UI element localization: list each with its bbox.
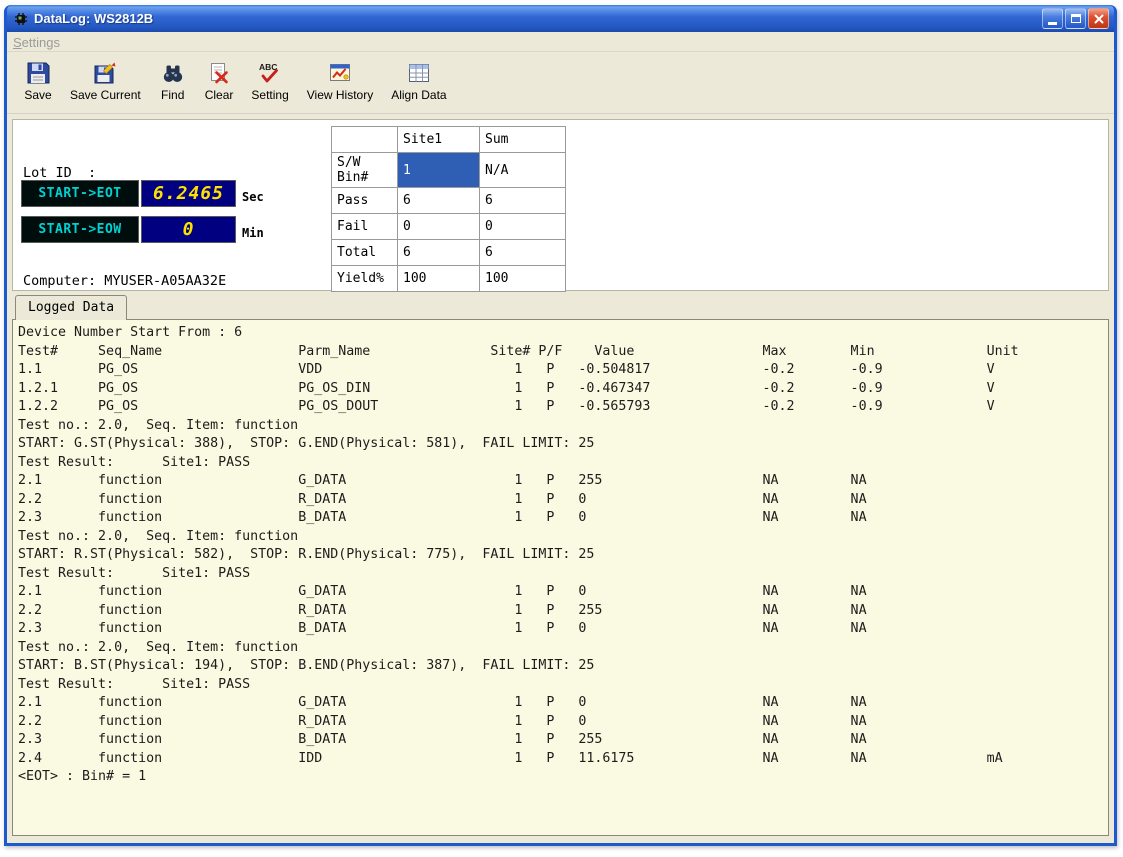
minimize-button[interactable]: [1042, 8, 1063, 29]
row-header-yield[interactable]: Yield%: [332, 266, 398, 292]
eow-value: 0: [141, 216, 236, 243]
toolbar: Save Save Current: [7, 52, 1114, 114]
table-row: S/W Bin# 1 N/A: [332, 153, 566, 188]
app-window: DataLog: WS2812B Settings: [4, 5, 1117, 846]
clear-button[interactable]: Clear: [196, 57, 243, 104]
find-button[interactable]: Find: [150, 57, 196, 104]
toolbar-label: Setting: [251, 88, 288, 102]
tab-logged-data[interactable]: Logged Data: [15, 295, 127, 320]
table-row: Total 6 6: [332, 240, 566, 266]
window-title: DataLog: WS2812B: [34, 11, 1042, 26]
cell-sw-bin-sum[interactable]: N/A: [480, 153, 566, 188]
log-output[interactable]: Device Number Start From : 6 Test# Seq_N…: [13, 320, 1108, 787]
computer-label: Computer: MYUSER-A05AA32E: [23, 272, 226, 290]
cell-yield-site1[interactable]: 100: [398, 266, 480, 292]
eot-timer: START->EOT 6.2465 Sec: [21, 180, 264, 207]
toolbar-label: Find: [161, 88, 184, 102]
toolbar-label: Clear: [205, 88, 234, 102]
cell-pass-sum[interactable]: 6: [480, 188, 566, 214]
save-icon: [26, 61, 50, 85]
cell-total-site1[interactable]: 6: [398, 240, 480, 266]
window-controls: [1042, 8, 1109, 29]
save-button[interactable]: Save: [15, 57, 61, 104]
close-button[interactable]: [1088, 8, 1109, 29]
eow-timer: START->EOW 0 Min: [21, 216, 264, 243]
toolbar-label: Align Data: [391, 88, 446, 102]
table-row: Pass 6 6: [332, 188, 566, 214]
title-bar[interactable]: DataLog: WS2812B: [7, 5, 1114, 32]
row-header-pass[interactable]: Pass: [332, 188, 398, 214]
toolbar-label: Save: [24, 88, 51, 102]
cell-yield-sum[interactable]: 100: [480, 266, 566, 292]
setting-button[interactable]: ABC Setting: [242, 57, 297, 104]
col-header-site1[interactable]: Site1: [398, 127, 480, 153]
table-row: Fail 0 0: [332, 214, 566, 240]
client-area: Settings Save: [7, 32, 1114, 843]
log-panel: Device Number Start From : 6 Test# Seq_N…: [12, 319, 1109, 836]
summary-corner-cell[interactable]: [332, 127, 398, 153]
eot-value: 6.2465: [141, 180, 236, 207]
row-header-sw-bin[interactable]: S/W Bin#: [332, 153, 398, 188]
summary-table: Site1 Sum S/W Bin# 1 N/A Pass 6 6 Fail 0…: [331, 126, 566, 292]
maximize-icon: [1071, 14, 1081, 23]
col-header-sum[interactable]: Sum: [480, 127, 566, 153]
view-history-icon: [328, 61, 352, 85]
toolbar-label: View History: [307, 88, 373, 102]
eow-unit: Min: [242, 226, 264, 243]
save-current-button[interactable]: Save Current: [61, 57, 150, 104]
eot-label: START->EOT: [21, 180, 139, 207]
setting-icon: ABC: [258, 61, 282, 85]
cell-total-sum[interactable]: 6: [480, 240, 566, 266]
row-header-fail[interactable]: Fail: [332, 214, 398, 240]
save-current-icon: [93, 61, 117, 85]
eow-label: START->EOW: [21, 216, 139, 243]
clear-icon: [207, 61, 231, 85]
table-row: Yield% 100 100: [332, 266, 566, 292]
minimize-icon: [1048, 22, 1057, 25]
find-icon: [161, 61, 185, 85]
close-icon: [1094, 14, 1104, 24]
maximize-button[interactable]: [1065, 8, 1086, 29]
row-header-total[interactable]: Total: [332, 240, 398, 266]
menu-item-settings[interactable]: Settings: [13, 35, 60, 50]
align-data-icon: [407, 61, 431, 85]
table-row: Site1 Sum: [332, 127, 566, 153]
status-panel: Lot ID : Operator: Computer: MYUSER-A05A…: [12, 119, 1109, 291]
align-data-button[interactable]: Align Data: [382, 57, 455, 104]
eot-unit: Sec: [242, 190, 264, 207]
cell-fail-site1[interactable]: 0: [398, 214, 480, 240]
app-icon[interactable]: [13, 11, 29, 27]
view-history-button[interactable]: View History: [298, 57, 382, 104]
cell-pass-site1[interactable]: 6: [398, 188, 480, 214]
menu-bar: Settings: [7, 32, 1114, 52]
tab-label: Logged Data: [28, 300, 114, 315]
toolbar-label: Save Current: [70, 88, 141, 102]
cell-sw-bin-site1[interactable]: 1: [398, 153, 480, 188]
cell-fail-sum[interactable]: 0: [480, 214, 566, 240]
